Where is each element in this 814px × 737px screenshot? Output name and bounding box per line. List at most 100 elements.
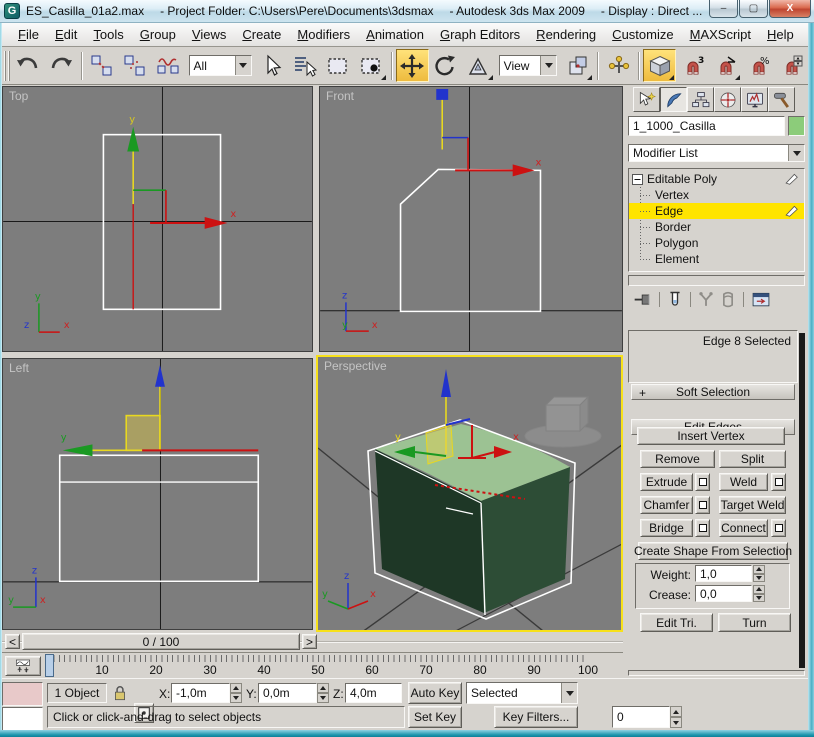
time-slider-next-button[interactable]: > xyxy=(302,634,317,649)
minimize-button[interactable]: – xyxy=(709,0,738,18)
bridge-button[interactable]: Bridge xyxy=(640,519,693,537)
dropdown-arrow-icon[interactable] xyxy=(540,56,556,75)
title-bar[interactable]: G ES_Casilla_01a2.max - Project Folder: … xyxy=(0,0,814,23)
viewport-left[interactable]: Left y z y x xyxy=(2,358,313,630)
menu-edit[interactable]: Edit xyxy=(47,25,85,44)
collapse-minus-icon[interactable] xyxy=(632,174,643,185)
menu-create[interactable]: Create xyxy=(234,25,289,44)
remove-modifier-button[interactable] xyxy=(717,290,739,309)
menu-views[interactable]: Views xyxy=(184,25,234,44)
chamfer-settings-button[interactable] xyxy=(695,496,710,514)
time-slider-prev-button[interactable]: < xyxy=(5,634,20,649)
insert-vertex-button[interactable]: Insert Vertex xyxy=(637,427,785,445)
maxscript-listener-white[interactable] xyxy=(2,707,43,731)
select-object-button[interactable] xyxy=(256,49,289,82)
bridge-settings-button[interactable] xyxy=(695,519,710,537)
x-coordinate-field[interactable]: -1,0m xyxy=(171,683,230,703)
object-color-swatch[interactable] xyxy=(788,116,805,136)
crease-spinner[interactable] xyxy=(753,585,765,602)
stack-item-polygon[interactable]: Polygon xyxy=(629,235,804,251)
viewport-front-label[interactable]: Front xyxy=(326,89,354,103)
select-and-link-button[interactable] xyxy=(86,49,119,82)
track-bar-frame-marker[interactable] xyxy=(45,654,54,677)
menu-group[interactable]: Group xyxy=(132,25,184,44)
select-and-manipulate-button[interactable] xyxy=(602,49,635,82)
viewport-left-label[interactable]: Left xyxy=(9,361,29,375)
tab-display[interactable] xyxy=(741,87,768,112)
menu-graph-editors[interactable]: Graph Editors xyxy=(432,25,528,44)
bind-to-space-warp-button[interactable] xyxy=(152,49,185,82)
reference-coordinate-dropdown[interactable]: View xyxy=(499,55,557,76)
object-name-field[interactable]: 1_1000_Casilla xyxy=(628,116,785,136)
x-spinner[interactable] xyxy=(230,683,242,703)
stack-item-edge[interactable]: Edge xyxy=(629,203,804,219)
menu-customize[interactable]: Customize xyxy=(604,25,681,44)
dropdown-arrow-icon[interactable] xyxy=(235,56,251,75)
weld-button[interactable]: Weld xyxy=(719,473,768,491)
chamfer-button[interactable]: Chamfer xyxy=(640,496,693,514)
window-crossing-toggle-button[interactable] xyxy=(355,49,388,82)
crease-field[interactable]: 0,0 xyxy=(695,585,752,602)
redo-button[interactable] xyxy=(45,49,78,82)
set-key-button[interactable]: Set Key xyxy=(408,706,462,728)
frame-spinner[interactable] xyxy=(670,706,682,728)
tab-create[interactable] xyxy=(633,87,660,112)
viewport-perspective-label[interactable]: Perspective xyxy=(324,359,387,373)
stack-item-editable-poly[interactable]: Editable Poly xyxy=(629,171,804,187)
menu-maxscript[interactable]: MAXScript xyxy=(682,25,759,44)
dropdown-arrow-icon[interactable] xyxy=(561,683,577,703)
spinner-snap-button[interactable] xyxy=(775,49,808,82)
remove-button[interactable]: Remove xyxy=(640,450,715,468)
y-spinner[interactable] xyxy=(317,683,329,703)
menu-file[interactable]: File xyxy=(10,25,47,44)
maximize-button[interactable]: ▢ xyxy=(739,0,768,18)
select-and-rotate-button[interactable] xyxy=(429,49,462,82)
pin-stack-button[interactable] xyxy=(631,290,655,309)
modifier-list-dropdown[interactable]: Modifier List xyxy=(628,144,805,162)
connect-button[interactable]: Connect xyxy=(719,519,768,537)
angle-snap-button[interactable] xyxy=(709,49,742,82)
configure-modifier-sets-button[interactable] xyxy=(748,290,774,309)
time-slider-handle[interactable]: 0 / 100 xyxy=(22,633,300,650)
weight-field[interactable]: 1,0 xyxy=(695,565,752,582)
undo-button[interactable] xyxy=(12,49,45,82)
y-coordinate-field[interactable]: 0,0m xyxy=(258,683,317,703)
menu-modifiers[interactable]: Modifiers xyxy=(289,25,358,44)
tab-utilities[interactable] xyxy=(768,87,795,112)
use-pivot-point-button[interactable] xyxy=(561,49,594,82)
tab-hierarchy[interactable] xyxy=(687,87,714,112)
connect-settings-button[interactable] xyxy=(771,519,786,537)
snaps-toggle-button[interactable] xyxy=(643,49,676,82)
edit-tri-button[interactable]: Edit Tri. xyxy=(640,613,713,632)
extrude-settings-button[interactable] xyxy=(695,473,710,491)
menu-help[interactable]: Help xyxy=(759,25,802,44)
viewport-top[interactable]: Top y x y z x xyxy=(2,86,313,352)
show-end-result-button[interactable] xyxy=(664,290,686,309)
tab-modify[interactable] xyxy=(660,87,687,112)
current-frame-field[interactable]: 0 xyxy=(612,706,670,728)
select-and-scale-button[interactable] xyxy=(462,49,495,82)
panel-scrollbar[interactable] xyxy=(799,333,805,668)
rollout-soft-selection[interactable]: +Soft Selection xyxy=(631,384,795,400)
tab-motion[interactable] xyxy=(714,87,741,112)
key-filter-dropdown[interactable]: Selected xyxy=(466,682,578,704)
viewport-front[interactable]: Front x z y x xyxy=(319,86,623,352)
extrude-button[interactable]: Extrude xyxy=(640,473,693,491)
selection-filter-dropdown[interactable]: All xyxy=(189,55,252,76)
stack-item-vertex[interactable]: Vertex xyxy=(629,187,804,203)
maxscript-listener-pink[interactable] xyxy=(2,682,43,706)
make-unique-button[interactable] xyxy=(695,290,717,309)
z-coordinate-field[interactable]: 4,0m xyxy=(345,683,402,703)
stack-item-element[interactable]: Element xyxy=(629,251,804,267)
percent-snap-button[interactable]: % xyxy=(742,49,775,82)
snap-3-button[interactable]: 3 xyxy=(676,49,709,82)
weld-settings-button[interactable] xyxy=(771,473,786,491)
app-icon[interactable]: G xyxy=(4,3,20,19)
select-by-name-button[interactable] xyxy=(289,49,322,82)
menu-rendering[interactable]: Rendering xyxy=(528,25,604,44)
selection-lock-button[interactable] xyxy=(110,683,130,703)
unlink-selection-button[interactable] xyxy=(119,49,152,82)
select-and-move-button[interactable] xyxy=(396,49,429,82)
toolbar-grip[interactable] xyxy=(4,51,10,81)
turn-button[interactable]: Turn xyxy=(718,613,791,632)
